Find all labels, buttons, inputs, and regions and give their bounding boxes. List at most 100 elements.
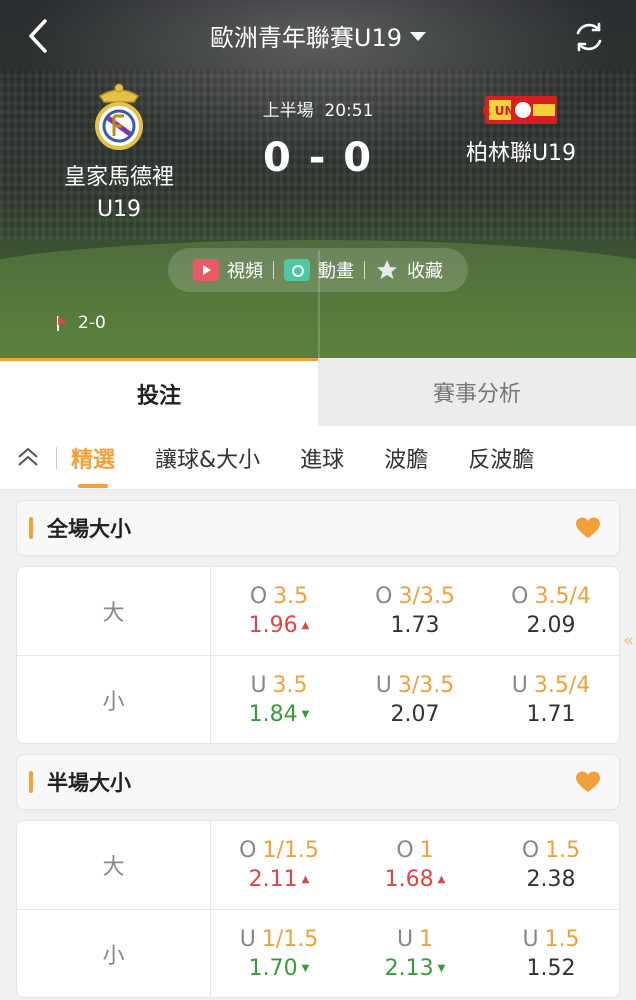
match-period: 上半場 20:51 [218,96,418,121]
odds-value: 2.09 [526,613,576,638]
line-prefix: O [396,838,414,863]
match-header: 歐洲青年聯賽U19 皇家馬德裡 U19 上半場 20:51 0 - 0 C 柏林… [0,0,636,358]
odds-card: 大 O 3.5 1.96 ▲ O 3/3.5 1.73 O 3.5/4 2.09 小 U… [16,566,620,744]
row-label: 小 [17,910,211,997]
match-info: 上半場 20:51 0 - 0 [218,96,418,181]
period-label: 上半場 [262,101,314,121]
odds-cell[interactable]: O1 1.68 ▲ [347,821,483,909]
odds-cell[interactable]: U1 2.13 ▼ [347,910,483,997]
accent-bar [29,771,33,793]
caret-down-icon [410,31,427,41]
refresh-icon [576,22,602,52]
odds-value: 2.07 [390,701,440,727]
trend-down-icon: ▼ [437,962,446,974]
star-icon [377,260,397,279]
row-label: 小 [17,656,211,743]
tab-analysis[interactable]: 賽事分析 [318,358,636,426]
video-label: 視頻 [227,261,263,282]
favorite-button[interactable]: 收藏 [365,257,453,283]
trend-down-icon: ▼ [301,708,310,720]
odds-value: 1.84 [248,701,298,727]
line-prefix: O [521,838,540,863]
odds-row-over: 大 O 3.5 1.96 ▲ O 3/3.5 1.73 O 3.5/4 2.09 [17,567,619,655]
trend-down-icon: ▼ [301,962,310,974]
odds-card: 大 O 1/1.5 2.11 ▲ O1 1.68 ▲ O 1.5 2.38 小 U 1/1… [16,820,620,998]
tab-correct-score[interactable]: 波膽 [384,442,428,474]
match-clock: 20:51 [324,101,374,121]
line-value: 1/1.5 [262,838,319,863]
corner-flag-icon [57,316,67,331]
odds-cell[interactable]: U 3.5 1.84 ▼ [211,656,347,743]
line-prefix: O [511,584,529,609]
real-madrid-crest-icon [95,83,143,150]
away-team[interactable]: 1.FC UNION 柏林聯U19 [446,92,596,170]
trend-up-icon: ▲ [437,874,446,885]
video-button[interactable]: 視頻 [183,257,273,283]
corner-count: 2-0 [56,313,106,333]
heart-icon[interactable] [575,516,601,540]
line-prefix: U [375,672,392,698]
tab-goals[interactable]: 進球 [300,442,344,474]
home-team[interactable]: 皇家馬德裡 U19 [44,82,194,226]
line-value: 1 [419,926,434,952]
collapse-button[interactable] [0,446,56,470]
odds-cell[interactable]: O 1.5 2.38 [483,821,619,909]
league-title: 歐洲青年聯賽U19 [209,24,403,52]
row-label: 大 [17,821,211,909]
line-prefix: U [250,672,267,698]
line-prefix: U [396,926,414,952]
section-title: 半場大小 [47,771,131,795]
line-prefix: U [511,672,528,698]
line-value: 1/1.5 [261,926,319,952]
tab-betting[interactable]: 投注 [0,358,318,426]
odds-cell[interactable]: O 3/3.5 1.73 [347,567,483,655]
markets: « 全場大小 大 O 3.5 1.96 ▲ O 3/3.5 1.73 O 3.5/4 2… [0,490,636,998]
main-tabs: 投注 賽事分析 [0,358,636,426]
section-header-fulltime-ou[interactable]: 全場大小 [16,500,620,556]
line-prefix: U [522,926,539,952]
tab-anti-correct-score[interactable]: 反波膽 [468,442,534,474]
double-chevron-left-icon[interactable]: « [623,630,634,651]
odds-cell[interactable]: U 3/3.5 2.07 [347,656,483,743]
animation-label: 動畫 [318,261,354,282]
odds-value: 1.70 [248,955,298,981]
line-value: 3.5 [272,672,308,698]
accent-bar [29,517,33,539]
divider [56,446,57,469]
odds-value: 1.68 [384,867,434,892]
heart-icon[interactable] [575,770,601,794]
line-value: 3/3.5 [397,672,455,698]
odds-cell[interactable]: U 1/1.5 1.70 ▼ [211,910,347,997]
line-value: 1.5 [545,838,581,863]
odds-cell[interactable]: U 3.5/4 1.71 [483,656,619,743]
odds-cell[interactable]: O 1/1.5 2.11 ▲ [211,821,347,909]
league-selector[interactable]: 歐洲青年聯賽U19 [0,18,636,53]
video-icon [193,259,219,281]
line-value: 3.5 [273,584,309,609]
market-tabs: 精選 讓球&大小 進球 波膽 反波膽 [0,426,636,490]
tab-handicap-ou[interactable]: 讓球&大小 [155,442,260,474]
top-bar: 歐洲青年聯賽U19 [0,0,636,72]
away-team-name: 柏林聯U19 [465,141,577,166]
line-prefix: O [239,838,257,863]
odds-cell[interactable]: U 1.5 1.52 [483,910,619,997]
line-value: 1 [419,838,434,863]
favorite-label: 收藏 [407,261,443,282]
pitch-animation-icon [284,259,310,281]
tab-featured[interactable]: 精選 [71,442,115,474]
odds-row-under: 小 U 3.5 1.84 ▼ U 3/3.5 2.07 U 3.5/4 1.71 [17,655,619,743]
section-header-halftime-ou[interactable]: 半場大小 [16,754,620,810]
odds-cell[interactable]: O 3.5/4 2.09 [483,567,619,655]
line-value: 3/3.5 [398,584,455,609]
home-team-age: U19 [96,197,142,222]
odds-value: 2.11 [248,867,298,892]
line-prefix: O [375,584,393,609]
union-berlin-crest-icon: 1.FC UNION [483,96,557,124]
refresh-button[interactable] [572,20,606,54]
animation-button[interactable]: 動畫 [274,257,364,283]
home-team-name: 皇家馬德裡 [63,165,174,190]
odds-cell[interactable]: O 3.5 1.96 ▲ [211,567,347,655]
double-chevron-up-icon [18,447,38,466]
corner-score: 2-0 [78,313,106,333]
trend-up-icon: ▲ [301,874,310,885]
